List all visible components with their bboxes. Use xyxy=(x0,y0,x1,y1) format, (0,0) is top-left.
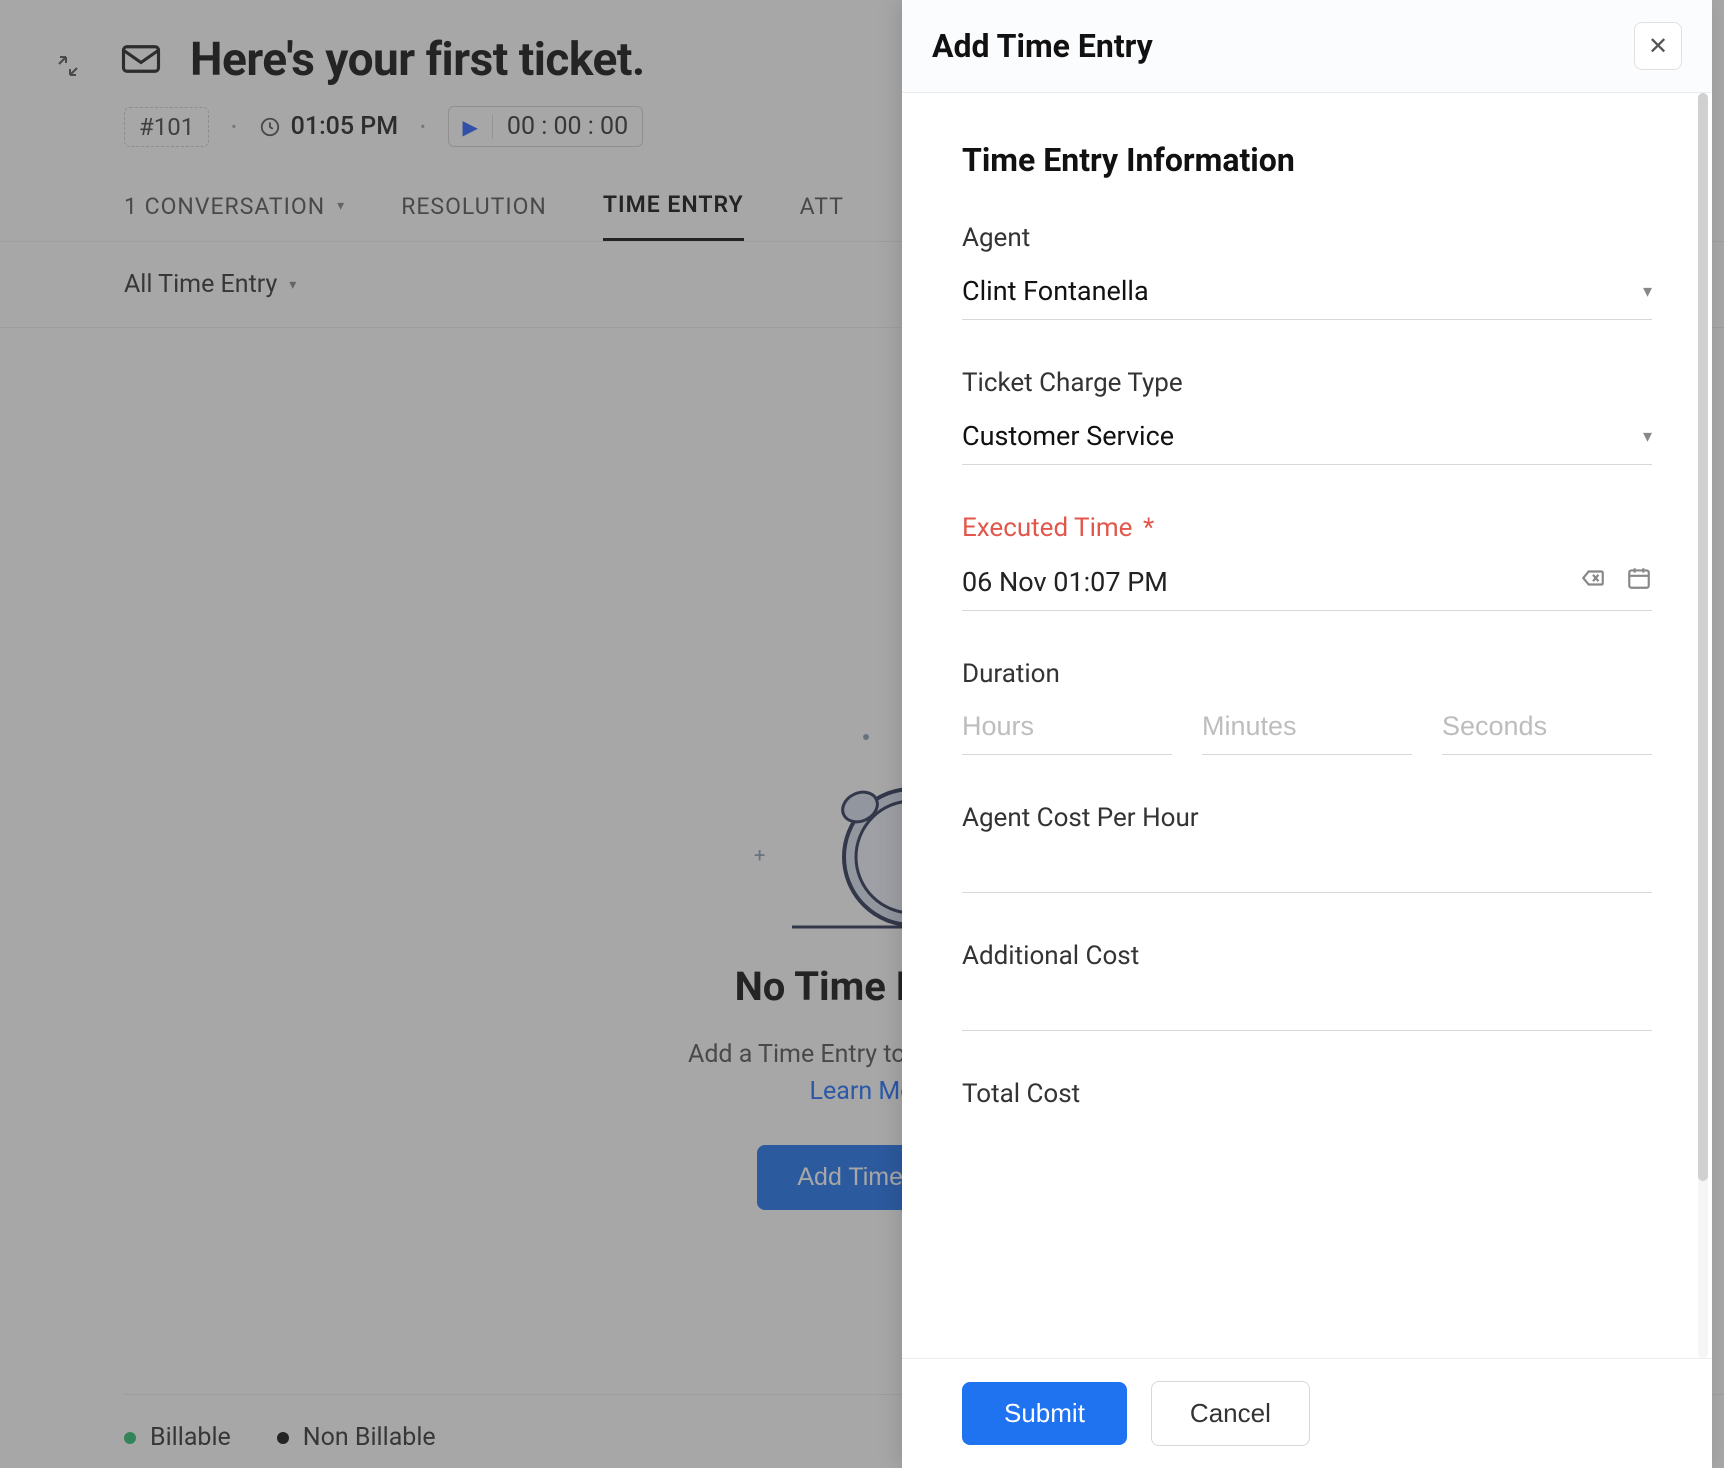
executed-time-input[interactable]: 06 Nov 01:07 PM xyxy=(962,559,1652,611)
section-title: Time Entry Information xyxy=(962,141,1652,179)
additional-cost-label: Additional Cost xyxy=(962,941,1652,971)
clear-input-icon[interactable] xyxy=(1580,565,1606,598)
total-cost-label: Total Cost xyxy=(962,1079,1652,1109)
duration-field: Duration xyxy=(962,659,1652,755)
charge-value: Customer Service xyxy=(962,420,1174,452)
panel-header: Add Time Entry ✕ xyxy=(902,0,1712,93)
chevron-down-icon: ▾ xyxy=(1643,426,1652,447)
charge-type-field: Ticket Charge Type Customer Service ▾ xyxy=(962,368,1652,465)
charge-type-select[interactable]: Customer Service ▾ xyxy=(962,414,1652,465)
submit-button[interactable]: Submit xyxy=(962,1382,1127,1445)
hours-input[interactable] xyxy=(962,711,1172,742)
seconds-input[interactable] xyxy=(1442,711,1652,742)
close-icon: ✕ xyxy=(1648,32,1668,60)
additional-cost-input[interactable] xyxy=(962,987,1652,1030)
panel-title: Add Time Entry xyxy=(932,27,1153,65)
add-time-entry-panel: Add Time Entry ✕ Time Entry Information … xyxy=(902,0,1712,1468)
charge-label: Ticket Charge Type xyxy=(962,368,1652,398)
duration-label: Duration xyxy=(962,659,1652,689)
agent-cost-label: Agent Cost Per Hour xyxy=(962,803,1652,833)
agent-select[interactable]: Clint Fontanella ▾ xyxy=(962,269,1652,320)
executed-time-value: 06 Nov 01:07 PM xyxy=(962,566,1168,598)
scrollbar-thumb[interactable] xyxy=(1698,93,1708,1181)
agent-label: Agent xyxy=(962,223,1652,253)
agent-value: Clint Fontanella xyxy=(962,275,1149,307)
close-button[interactable]: ✕ xyxy=(1634,22,1682,70)
total-cost-field: Total Cost xyxy=(962,1079,1652,1109)
agent-field: Agent Clint Fontanella ▾ xyxy=(962,223,1652,320)
panel-body[interactable]: Time Entry Information Agent Clint Fonta… xyxy=(902,93,1712,1358)
agent-cost-field: Agent Cost Per Hour xyxy=(962,803,1652,893)
chevron-down-icon: ▾ xyxy=(1643,281,1652,302)
calendar-icon[interactable] xyxy=(1626,565,1652,598)
additional-cost-field: Additional Cost xyxy=(962,941,1652,1031)
cancel-button[interactable]: Cancel xyxy=(1151,1381,1310,1446)
agent-cost-input[interactable] xyxy=(962,849,1652,892)
executed-time-field: Executed Time * 06 Nov 01:07 PM xyxy=(962,513,1652,611)
panel-footer: Submit Cancel xyxy=(902,1358,1712,1468)
executed-time-label: Executed Time * xyxy=(962,513,1652,543)
minutes-input[interactable] xyxy=(1202,711,1412,742)
field-label-text: Executed Time xyxy=(962,513,1132,543)
required-star-icon: * xyxy=(1143,513,1154,543)
